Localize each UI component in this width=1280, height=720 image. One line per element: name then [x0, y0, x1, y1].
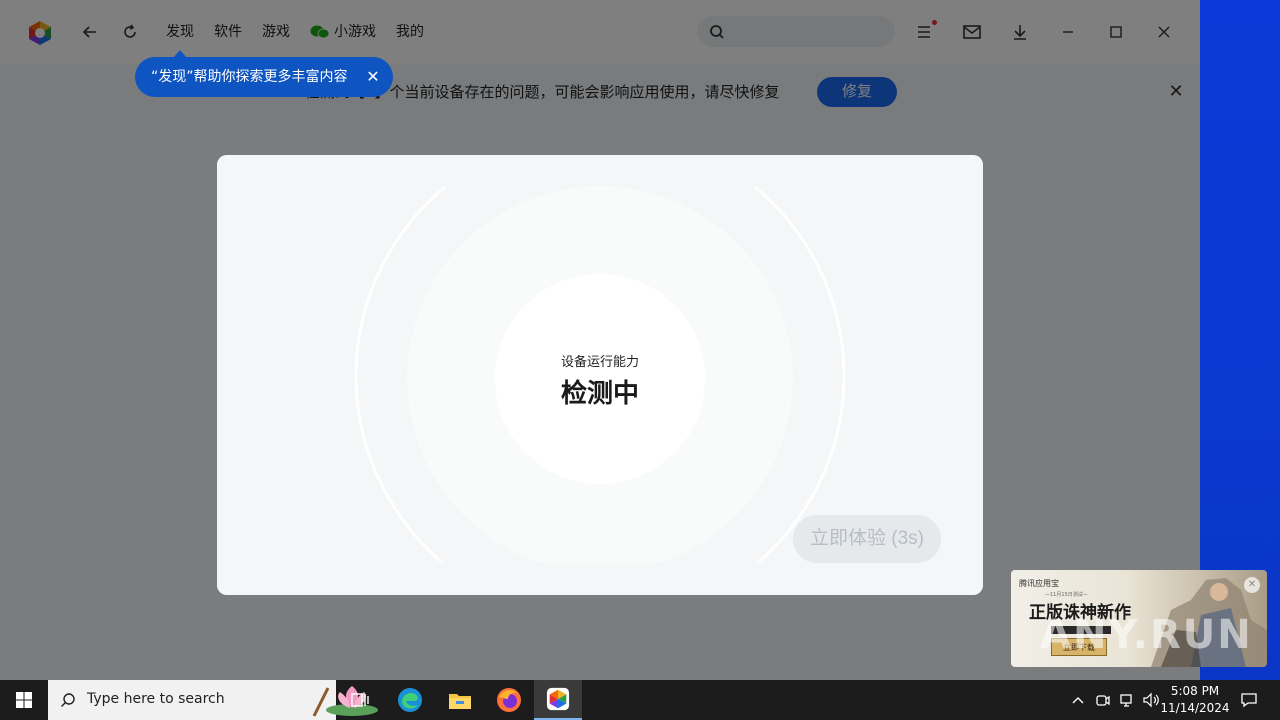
- tooltip-close-icon[interactable]: ✕: [363, 57, 383, 97]
- device-check-dialog: 设备运行能力 检测中 立即体验 (3s): [217, 155, 983, 595]
- notification-center-icon[interactable]: [1234, 680, 1264, 720]
- system-clock[interactable]: 5:08 PM 11/14/2024: [1160, 683, 1230, 717]
- clock-time: 5:08 PM: [1170, 684, 1220, 698]
- ad-subtitle: —11月15日测试—: [1045, 592, 1088, 598]
- app-store-taskbar-icon[interactable]: [534, 680, 582, 720]
- search-icon: [61, 693, 75, 707]
- taskbar-search[interactable]: Type here to search: [48, 680, 378, 720]
- volume-icon[interactable]: [1140, 680, 1162, 720]
- firefox-icon[interactable]: [485, 680, 533, 720]
- taskbar: Type here to search 5:08 PM 11/14/2024: [0, 680, 1280, 720]
- try-now-button[interactable]: 立即体验 (3s): [793, 515, 941, 563]
- tooltip-text: “发现”帮助你探索更多丰富内容: [151, 69, 348, 85]
- probe-status: 检测中: [560, 379, 639, 409]
- discover-tooltip: “发现”帮助你探索更多丰富内容 ✕: [135, 50, 393, 97]
- file-explorer-icon[interactable]: [436, 680, 484, 720]
- watermark: ANY.RUN: [1040, 612, 1253, 658]
- probe-subtitle: 设备运行能力: [560, 355, 639, 370]
- task-view-icon[interactable]: [336, 680, 384, 720]
- network-icon[interactable]: [1116, 680, 1138, 720]
- taskbar-search-placeholder: Type here to search: [87, 691, 225, 707]
- meet-now-icon[interactable]: [1092, 680, 1114, 720]
- ad-close-icon[interactable]: ✕: [1244, 577, 1260, 593]
- edge-browser-icon[interactable]: [386, 680, 434, 720]
- show-hidden-icons-icon[interactable]: [1068, 680, 1088, 720]
- windows-start-icon[interactable]: [0, 680, 48, 720]
- ad-brand: 腾讯应用宝: [1019, 579, 1059, 588]
- clock-date: 11/14/2024: [1160, 701, 1230, 715]
